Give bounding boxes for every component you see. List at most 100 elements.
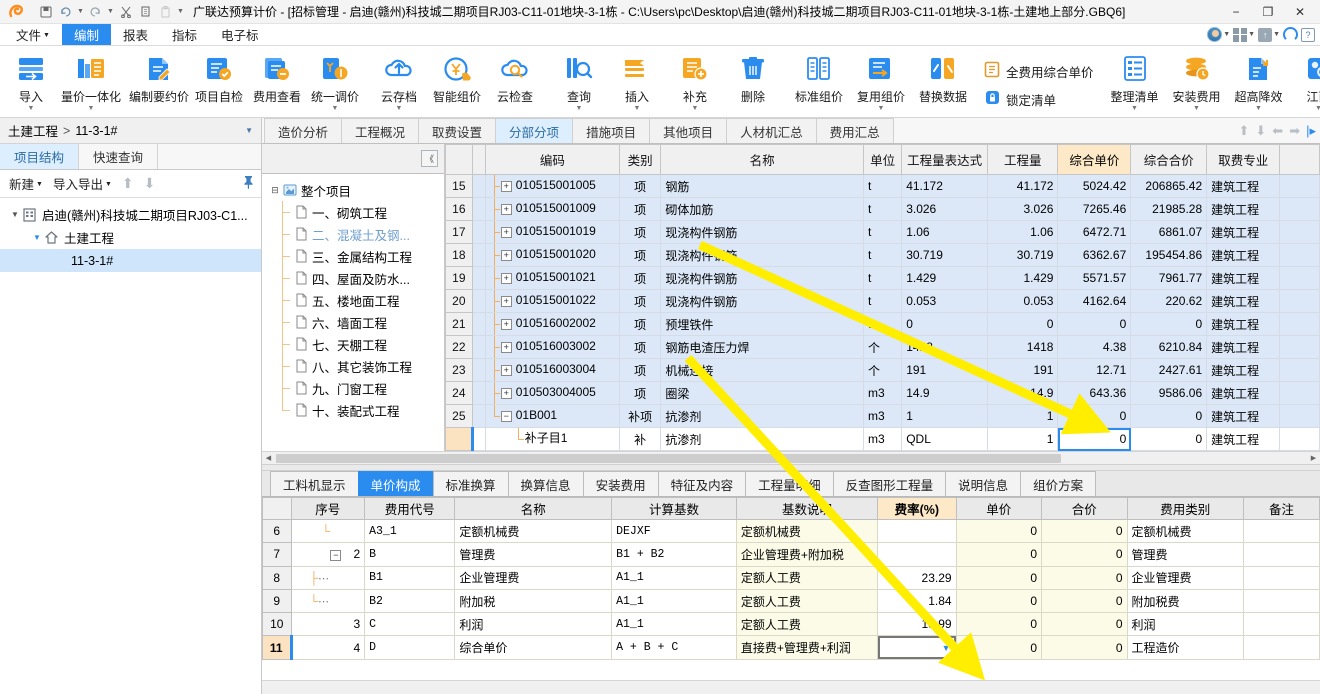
cell-calc-base[interactable]: B1 + B2 [611, 542, 737, 567]
cell-code[interactable]: +010515001019 [484, 220, 620, 244]
table-row[interactable]: 补子目1 补 抗渗剂 m3 QDL 1 0 0 建筑工程 [445, 427, 1320, 451]
cell-quantity[interactable]: 1.06 [986, 220, 1059, 244]
cell-expression[interactable]: 14.9 [901, 381, 988, 405]
section-node-concrete-rebar[interactable]: 二、混凝土及钢... [262, 223, 444, 245]
tab-conversion-info[interactable]: 换算信息 [507, 471, 584, 496]
tab-fee-summary[interactable]: 费用汇总 [815, 118, 894, 143]
cell-total-price[interactable]: 9586.06 [1130, 381, 1208, 405]
col-header-total-price[interactable]: 合价 [1041, 497, 1128, 520]
redo-dropdown-caret-icon[interactable]: ▼ [106, 2, 115, 21]
expand-icon[interactable]: + [500, 180, 512, 192]
table-row[interactable]: 8 ├⋯ B1 企业管理费 A1_1 定额人工费 23.29 0 0 企业管理费 [262, 565, 1320, 590]
cell-specialty[interactable]: 建筑工程 [1206, 381, 1281, 405]
section-node-wall[interactable]: 六、墙面工程 [262, 311, 444, 333]
cell-specialty[interactable]: 建筑工程 [1206, 174, 1281, 198]
import-export-button[interactable]: 导入导出 ▼ [50, 172, 115, 195]
cell-seq[interactable]: ├⋯ [290, 565, 366, 590]
cell-remark[interactable] [1242, 612, 1320, 637]
cell-unit-price[interactable]: 4162.64 [1057, 289, 1132, 313]
new-button[interactable]: 新建 ▼ [6, 172, 46, 195]
cell-unit-price[interactable]: 6472.71 [1057, 220, 1132, 244]
cell-total-price[interactable]: 0 [1130, 312, 1208, 336]
tab-measure-items[interactable]: 措施项目 [572, 118, 651, 143]
ribbon-button-standard-price[interactable]: 标准组价 [788, 49, 850, 115]
cell-expression[interactable]: 1 [901, 404, 988, 428]
cell-name[interactable]: 预埋铁件 [660, 312, 865, 336]
ribbon-button-insert[interactable]: 插入 ▼ [608, 49, 666, 115]
cell-expression[interactable]: 1418 [901, 335, 988, 359]
col-header-base-desc[interactable]: 基数说明 [735, 497, 879, 520]
section-node-ceiling[interactable]: 七、天棚工程 [262, 333, 444, 355]
cell-name[interactable]: 机械连接 [660, 358, 865, 382]
chevron-down-icon[interactable]: ▼ [1315, 105, 1320, 112]
cell-specialty[interactable]: 建筑工程 [1206, 312, 1281, 336]
col-header-fee-type[interactable]: 费用类别 [1126, 497, 1244, 520]
nav-up-icon[interactable]: ⬆ [1238, 123, 1249, 139]
cell-rate[interactable]: 15.99 [877, 612, 957, 637]
cell-quantity[interactable]: 191 [986, 358, 1059, 382]
cell-calc-base[interactable]: A + B + C [611, 635, 737, 660]
cell-quantity[interactable]: 1 [986, 427, 1059, 451]
expand-icon[interactable]: + [500, 226, 512, 238]
cell-category[interactable]: 项 [618, 358, 662, 382]
cell-base-desc[interactable]: 定额机械费 [735, 518, 879, 544]
tab-reverse-graphic-quantity[interactable]: 反查图形工程量 [832, 471, 947, 496]
cell-unit-price[interactable]: 5571.57 [1057, 266, 1132, 290]
user-account-button[interactable]: ▼ [1207, 27, 1230, 42]
col-header-remark[interactable]: 备注 [1242, 497, 1320, 520]
cell-unit-price[interactable]: 5024.42 [1057, 174, 1132, 198]
cell-name[interactable]: 利润 [454, 612, 613, 637]
menu-item-file[interactable]: 文件 ▼ [4, 24, 62, 45]
col-header-total-price[interactable]: 综合合价 [1130, 144, 1208, 175]
table-row[interactable]: 15 +010515001005 项 钢筋 t 41.172 41.172 50… [445, 174, 1320, 198]
cell-calc-base[interactable]: A1_1 [611, 565, 737, 590]
cell-remark[interactable] [1242, 565, 1320, 590]
cell-unit[interactable]: t [863, 289, 903, 313]
cell-total-price[interactable]: 206865.42 [1130, 174, 1208, 198]
cell-expression[interactable]: 191 [901, 358, 988, 382]
quick-access-toolbar[interactable]: ▼ ▼ ▼ [36, 2, 185, 21]
table-row[interactable]: 10 3 C 利润 A1_1 定额人工费 15.99 0 0 利润 [262, 612, 1320, 637]
ribbon-button-organize-list[interactable]: 整理清单 ▼ [1104, 49, 1166, 115]
chevron-down-icon[interactable]: ▼ [245, 126, 253, 135]
col-header-fee-code[interactable]: 费用代号 [364, 497, 456, 520]
cell-remark[interactable] [1242, 588, 1320, 614]
cell-category[interactable]: 项 [618, 381, 662, 405]
tab-material-machine-display[interactable]: 工料机显示 [270, 471, 359, 496]
table-row[interactable]: 20 +010515001022 项 现浇构件钢筋 t 0.053 0.053 … [445, 289, 1320, 313]
cell-unit[interactable]: 个 [863, 335, 903, 359]
expand-icon[interactable]: + [500, 203, 512, 215]
cell-calc-base[interactable]: DEJXF [611, 518, 737, 544]
cell-expression[interactable]: 1.429 [901, 266, 988, 290]
table-row[interactable]: 21 +010516002002 项 预埋铁件 t 0 0 0 0 建筑工程 [445, 312, 1320, 336]
more-dots-icon[interactable]: ⋯ [318, 573, 330, 585]
cell-specialty[interactable]: 建筑工程 [1206, 404, 1281, 428]
chevron-down-icon[interactable]: ▼ [88, 105, 95, 112]
scroll-right-icon[interactable]: ▶ [1307, 454, 1320, 462]
cell-fee-type[interactable]: 工程造价 [1126, 635, 1244, 660]
cell-calc-base[interactable]: A1_1 [611, 612, 737, 637]
cell-name[interactable]: 圈梁 [660, 381, 865, 405]
copy-icon[interactable] [136, 2, 155, 21]
cell-remark[interactable] [1242, 518, 1320, 544]
cell-total-price[interactable]: 21985.28 [1130, 197, 1208, 221]
chevron-down-icon[interactable]: ▼ [942, 643, 951, 653]
expand-collapse-icon[interactable]: ▼ [30, 233, 44, 242]
ribbon-button-fee-view[interactable]: 费用查看 [248, 49, 306, 115]
cell-name[interactable]: 现浇构件钢筋 [660, 289, 865, 313]
restore-button[interactable]: ❐ [1252, 0, 1284, 23]
cell-unit-price[interactable]: 6362.67 [1057, 243, 1132, 267]
cell-unit-price[interactable]: 7265.46 [1057, 197, 1132, 221]
cell-quantity[interactable]: 0.053 [986, 289, 1059, 313]
cell-unit[interactable]: t [863, 243, 903, 267]
ribbon-button-reuse-price[interactable]: 复用组价 ▼ [850, 49, 912, 115]
cell-fee-code[interactable]: A3_1 [364, 518, 456, 544]
expand-icon[interactable]: + [500, 295, 512, 307]
cell-specialty[interactable]: 建筑工程 [1206, 243, 1281, 267]
chevron-down-icon[interactable]: ▼ [692, 105, 699, 112]
paste-icon[interactable] [156, 2, 175, 21]
cell-rate-dropdown[interactable]: ▼ [877, 635, 957, 660]
section-node-prefab[interactable]: 十、装配式工程 [262, 399, 444, 421]
tree-node-project[interactable]: ▼ 启迪(赣州)科技城二期项目RJ03-C1... [0, 203, 261, 226]
chevron-down-icon[interactable]: ▼ [1255, 105, 1262, 112]
